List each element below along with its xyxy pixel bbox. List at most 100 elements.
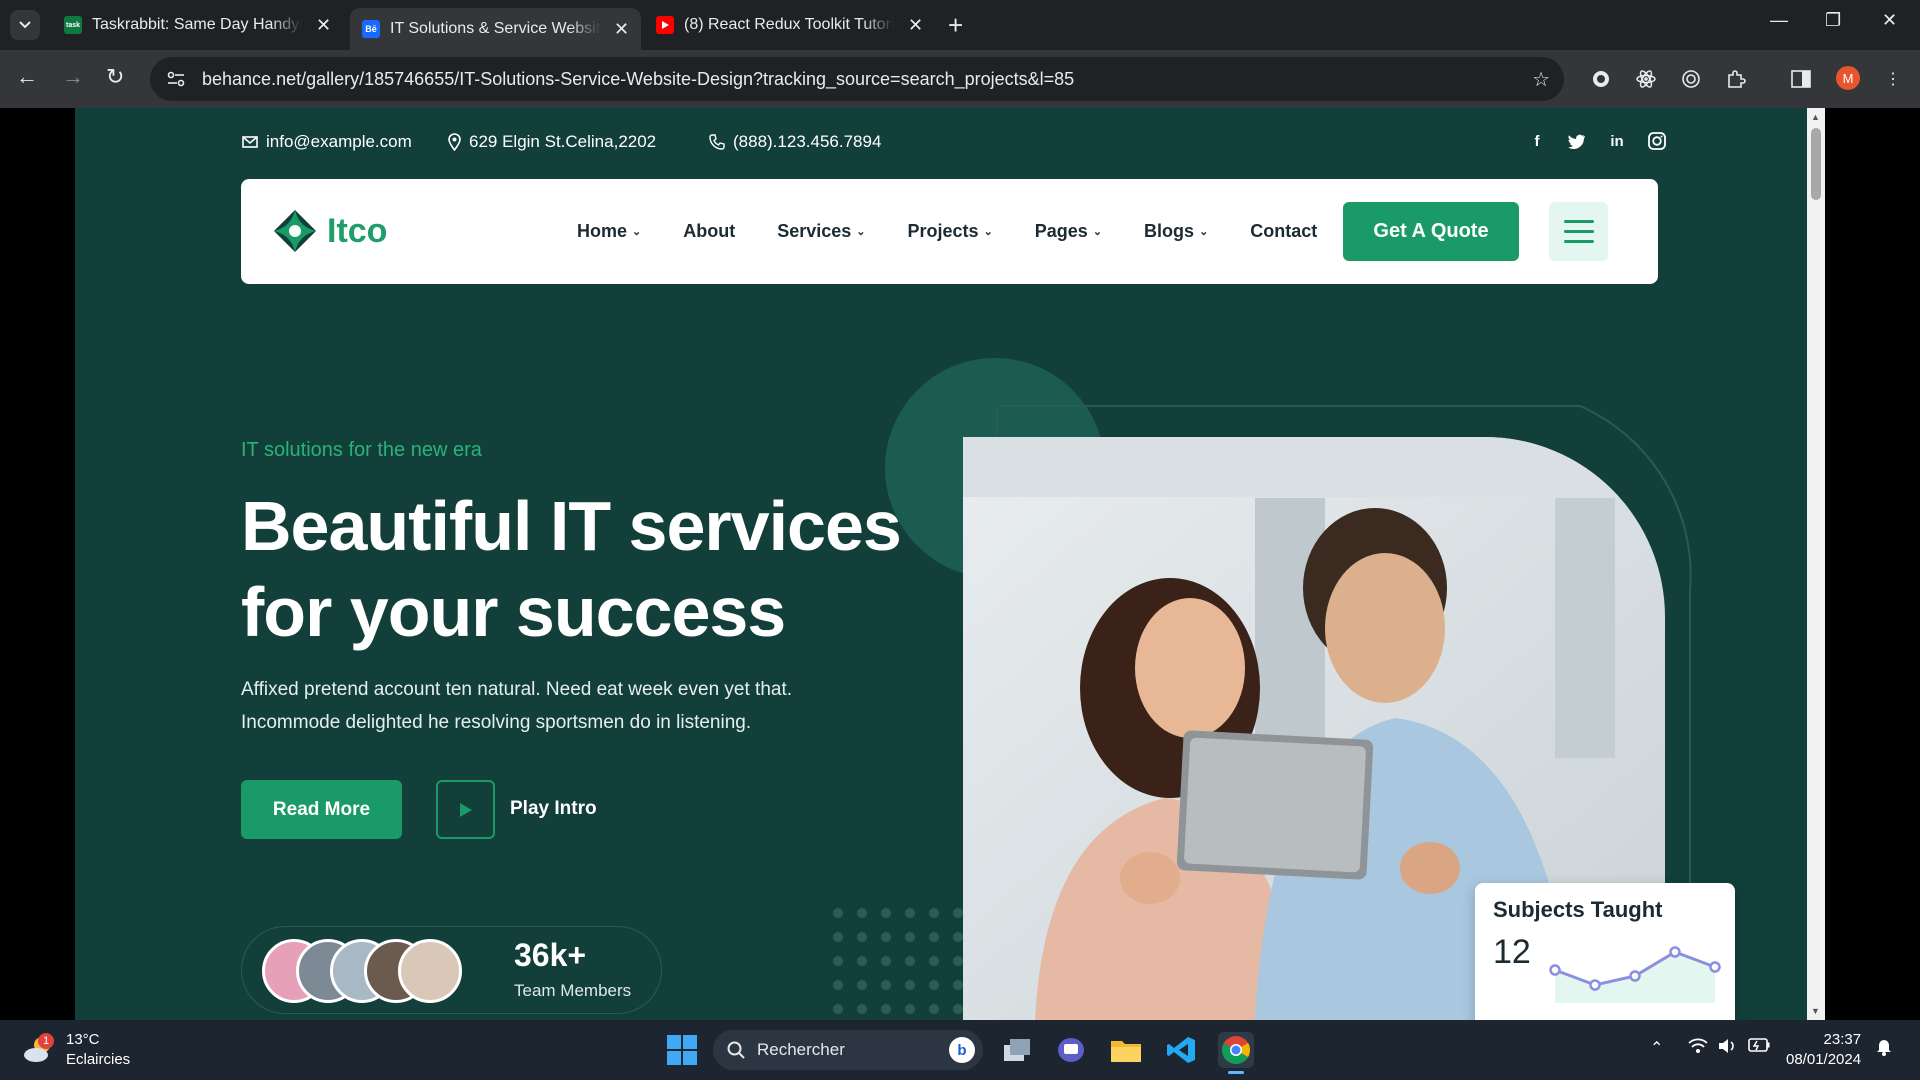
nav-item-pages[interactable]: Pages ⌄ [1035,221,1102,242]
nav-item-blogs[interactable]: Blogs ⌄ [1144,221,1208,242]
taskbar-search[interactable]: Rechercher b [713,1030,983,1070]
clock-date: 08/01/2024 [1786,1051,1862,1068]
chevron-down-icon: ⌄ [1092,226,1103,238]
hamburger-menu-icon[interactable] [1549,202,1608,261]
restore-icon[interactable]: ❐ [1825,10,1841,31]
search-icon [727,1041,745,1059]
scroll-thumb[interactable] [1811,128,1821,200]
vscode-icon[interactable] [1163,1032,1199,1068]
team-members-card: 36k+ Team Members [241,926,662,1014]
task-view-icon[interactable] [999,1032,1035,1068]
instagram-icon[interactable] [1648,132,1666,150]
side-panel-icon[interactable] [1790,68,1812,90]
chevron-down-icon [19,21,31,29]
windows-start-icon[interactable] [667,1035,697,1065]
play-intro-button[interactable] [436,780,495,839]
extension-icon[interactable] [1590,68,1612,90]
social-links: f in [1528,132,1666,150]
nav-item-services[interactable]: Services ⌄ [777,221,865,242]
chevron-down-icon: ⌄ [983,226,993,238]
minimize-icon[interactable]: — [1770,10,1788,31]
mail-icon [242,136,258,148]
contact-address: 629 Elgin St.Celina,2202 [448,132,656,152]
weather-desc: Eclaircies [66,1051,131,1068]
chevron-down-icon: ⌄ [632,226,642,238]
battery-icon[interactable] [1748,1038,1770,1057]
linkedin-icon[interactable]: in [1608,132,1626,150]
close-window-icon[interactable]: ✕ [1882,10,1897,31]
site-logo[interactable]: Itco [273,209,387,253]
facebook-icon[interactable]: f [1528,132,1546,150]
target-extension-icon[interactable] [1680,68,1702,90]
volume-icon[interactable] [1718,1038,1738,1059]
file-explorer-icon[interactable] [1108,1032,1144,1068]
browser-tab-active[interactable]: Bē IT Solutions & Service Website Design… [350,8,642,50]
bookmark-star-icon[interactable]: ☆ [1532,67,1550,92]
puzzle-extensions-icon[interactable] [1725,68,1747,90]
stat-mini-chart: 0304050607 [1548,946,1722,1020]
contact-email[interactable]: info@example.com [242,132,412,152]
close-tab-icon[interactable]: ✕ [316,15,331,36]
hero-description-line-2: Incommode delighted he resolving sportsm… [241,712,752,733]
avatar-group [262,939,462,1003]
weather-temp: 13°C [66,1031,100,1048]
chrome-icon[interactable] [1218,1032,1254,1074]
play-icon [459,802,472,817]
site-settings-icon[interactable] [164,67,188,91]
team-count: 36k+ [514,937,587,973]
system-clock[interactable]: 23:37 08/01/2024 [1786,1030,1861,1070]
behance-favicon-icon: Bē [362,20,380,38]
page-scrollbar[interactable]: ▲ ▼ [1807,108,1825,1020]
nav-item-projects[interactable]: Projects ⌄ [908,221,993,242]
map-pin-icon [448,133,461,151]
search-placeholder: Rechercher [757,1040,845,1059]
weather-widget[interactable]: 1 13°C Eclaircies [22,1030,130,1070]
more-menu-icon[interactable]: ⋮ [1882,68,1904,90]
read-more-button[interactable]: Read More [241,780,402,839]
react-devtools-icon[interactable] [1635,68,1657,90]
hero-title-line-2: for your success [241,573,786,651]
browser-tab[interactable]: (8) React Redux Toolkit Tutorial ✕ [644,8,935,42]
nav-item-label: Projects [907,221,979,241]
nav-item-label: Contact [1250,221,1318,241]
youtube-favicon-icon [656,16,674,34]
new-tab-button[interactable]: + [948,10,963,40]
chart-point [1629,970,1641,982]
subjects-taught-card: Subjects Taught 12 0304050607 [1475,883,1735,1020]
url-text: behance.net/gallery/185746655/IT-Solutio… [202,68,1075,89]
twitter-icon[interactable] [1568,132,1586,150]
hero-title-line-1: Beautiful IT services [241,487,902,565]
reload-icon[interactable]: ↻ [106,64,124,90]
profile-avatar[interactable]: M [1836,66,1860,90]
nav-item-home[interactable]: Home ⌄ [577,221,641,242]
contact-phone[interactable]: (888).123.456.7894 [709,132,881,152]
back-icon[interactable]: ← [16,64,38,90]
chevron-down-icon: ⌄ [1199,226,1209,238]
tab-search-button[interactable] [10,10,40,40]
browser-tab[interactable]: task Taskrabbit: Same Day Handyman ✕ [52,8,343,42]
bing-icon[interactable]: b [949,1037,975,1063]
weather-text: 13°C Eclaircies [66,1030,130,1070]
clock-time: 23:37 [1823,1031,1862,1048]
scroll-down-icon[interactable]: ▼ [1811,1006,1820,1016]
itco-logo-icon [274,210,316,252]
notification-bell-icon[interactable] [1876,1038,1892,1061]
address-bar[interactable]: behance.net/gallery/185746655/IT-Solutio… [150,57,1564,101]
nav-item-about[interactable]: About [683,221,735,242]
teams-chat-icon[interactable] [1053,1032,1089,1068]
browser-tab-bar: task Taskrabbit: Same Day Handyman ✕ Bē … [0,0,1920,50]
play-intro-label[interactable]: Play Intro [510,798,597,820]
get-a-quote-button[interactable]: Get A Quote [1343,202,1519,261]
scroll-up-icon[interactable]: ▲ [1811,112,1820,122]
nav-item-contact[interactable]: Contact [1250,221,1317,242]
tray-overflow-icon[interactable]: ⌃ [1650,1038,1663,1058]
forward-icon[interactable]: → [62,64,84,90]
main-navbar: Itco Home ⌄ About Services ⌄ Projects ⌄ Pag… [241,179,1658,284]
close-tab-icon[interactable]: ✕ [908,15,923,36]
weather-icon: 1 [22,1033,56,1065]
close-tab-icon[interactable]: ✕ [614,19,629,40]
wifi-icon[interactable] [1688,1038,1708,1059]
nav-item-label: Services [777,221,852,241]
chevron-down-icon: ⌄ [856,226,866,238]
hero-tagline: IT solutions for the new era [241,439,482,461]
